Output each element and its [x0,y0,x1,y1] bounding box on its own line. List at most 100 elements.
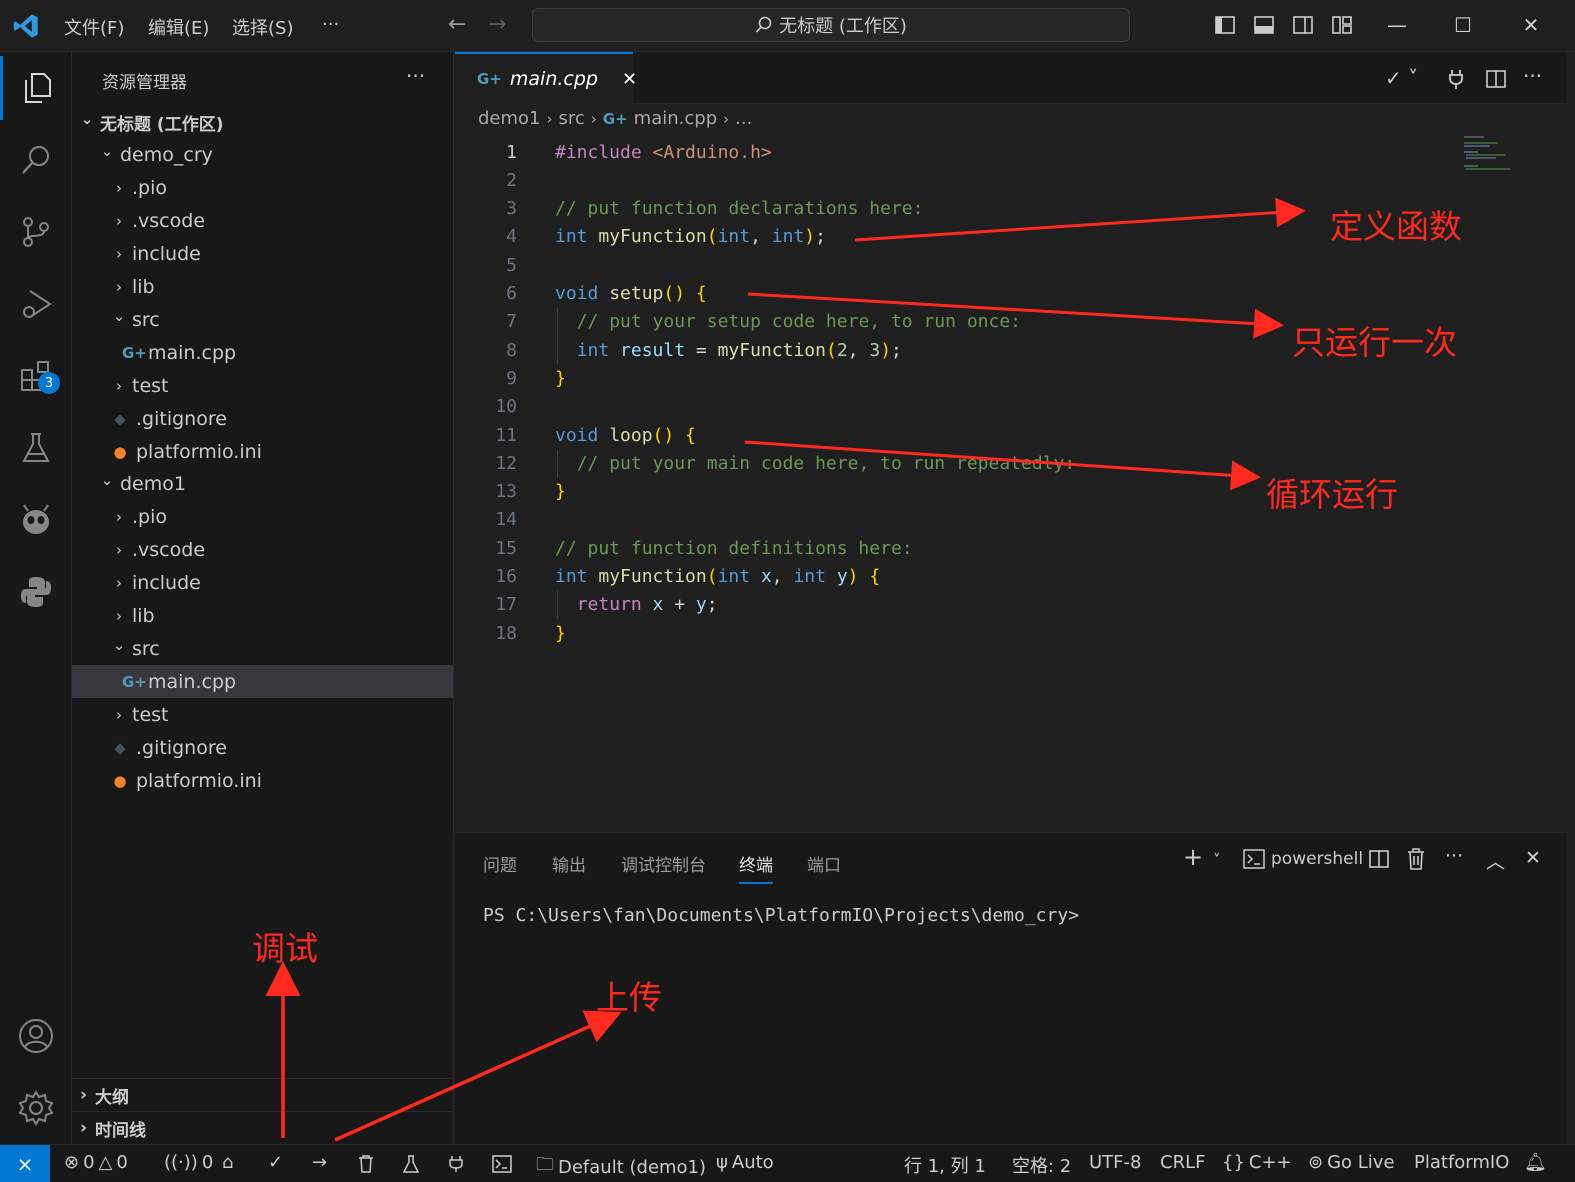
go-live-button[interactable]: ⊚ Go Live [1308,1152,1395,1173]
breadcrumb-folder-src[interactable]: src [559,108,585,129]
line-number: 16 [495,566,517,587]
split-editor-icon[interactable] [1485,68,1507,90]
breadcrumb-file[interactable]: main.cpp [634,108,717,129]
checkmark-dropdown-icon[interactable]: ✓ ˅ [1385,66,1418,90]
tree-item[interactable]: ◆ .gitignore [72,402,453,435]
extensions-icon[interactable]: 3 [0,344,72,408]
annotation-run-once: 只运行一次 [1292,323,1457,362]
error-icon: ⊗ [64,1152,80,1173]
maximize-icon[interactable]: ☐ [1448,10,1478,40]
tree-item[interactable]: ⌄ demo_cry [72,139,453,172]
chevron-right-icon: › [116,541,122,560]
tree-item[interactable]: › lib [72,271,453,304]
tree-item[interactable]: › .vscode [72,534,453,567]
breadcrumb-symbol[interactable]: ... [735,108,752,129]
tree-item[interactable]: ● platformio.ini [72,435,453,468]
tree-item[interactable]: G+ main.cpp [72,336,453,369]
problems-status[interactable]: ⊗ 0 △ 0 [64,1152,128,1173]
maximize-panel-icon[interactable]: ︿ [1486,847,1505,874]
tree-item[interactable]: ⌄ demo1 [72,468,453,501]
tree-item[interactable]: G+ main.cpp [72,665,453,699]
remote-indicator-icon[interactable]: ⨯ [0,1145,50,1182]
breadcrumb-folder-demo1[interactable]: demo1 [478,108,541,129]
terminal-prompt[interactable]: PS C:\Users\fan\Documents\PlatformIO\Pro… [483,905,1079,926]
tree-item[interactable]: › include [72,567,453,600]
platformio-home-icon[interactable]: ⌂ [222,1152,233,1173]
settings-gear-icon[interactable] [0,1076,72,1140]
plug-icon[interactable] [1447,68,1465,90]
tree-item[interactable]: › .vscode [72,205,453,238]
platformio-alien-icon[interactable] [0,488,72,552]
menu-edit[interactable]: 编辑(E) [148,14,209,40]
indentation-status[interactable]: 空格: 2 [1012,1152,1071,1178]
command-center-search[interactable]: 无标题 (工作区) [532,8,1130,42]
platformio-test-icon[interactable] [402,1155,420,1173]
serial-monitor-plug-icon[interactable] [448,1155,464,1173]
run-and-debug-icon[interactable] [0,272,72,336]
tab-output[interactable]: 输出 [552,851,586,876]
ports-status[interactable]: ((·)) 0 [164,1152,213,1173]
tab-debug-console[interactable]: 调试控制台 [621,851,706,876]
split-terminal-icon[interactable] [1369,849,1389,869]
platformio-upload-icon[interactable]: → [312,1152,327,1173]
tree-item[interactable]: ⌄ 无标题 (工作区) [72,106,453,139]
explorer-more-icon[interactable]: ··· [406,64,425,88]
notifications-bell-icon[interactable]: 🔔︎ [1524,1152,1547,1173]
platformio-clean-icon[interactable] [358,1155,374,1173]
tree-item[interactable]: ● platformio.ini [72,764,453,797]
explorer-icon[interactable] [0,56,72,120]
tree-item-label: .gitignore [136,407,227,430]
back-arrow-icon[interactable]: ← [448,12,466,37]
tab-problems[interactable]: 问题 [483,851,517,876]
terminal-shell-selector[interactable]: powershell [1243,849,1363,869]
search-view-icon[interactable] [0,128,72,192]
editor-more-icon[interactable]: ··· [1523,64,1542,88]
python-icon[interactable] [0,560,72,624]
project-env-selector[interactable]: 🗀 Default (demo1) [536,1152,706,1182]
close-window-icon[interactable]: ✕ [1516,10,1546,40]
close-panel-icon[interactable]: ✕ [1525,847,1541,869]
menu-more[interactable]: ··· [322,14,339,35]
forward-arrow-icon[interactable]: → [488,12,506,37]
source-control-icon[interactable] [0,200,72,264]
language-mode[interactable]: {} C++ [1222,1152,1292,1173]
tree-item[interactable]: › include [72,238,453,271]
menu-file[interactable]: 文件(F) [64,14,124,40]
tab-ports[interactable]: 端口 [807,851,841,876]
extensions-badge: 3 [38,372,60,394]
customize-layout-icon[interactable] [1331,14,1353,36]
tree-item[interactable]: › .pio [72,501,453,534]
tree-item[interactable]: › test [72,369,453,402]
tree-item[interactable]: › lib [72,600,453,633]
tree-item[interactable]: › .pio [72,172,453,205]
minimize-icon[interactable]: — [1382,10,1412,40]
outline-section[interactable]: › 大纲 [72,1078,453,1111]
toggle-primary-sidebar-icon[interactable] [1214,14,1236,36]
platformio-build-icon[interactable]: ✓ [268,1152,283,1173]
new-terminal-icon[interactable]: + [1183,843,1203,871]
platformio-terminal-icon[interactable] [492,1155,512,1173]
encoding-status[interactable]: UTF-8 [1089,1152,1141,1173]
trash-icon[interactable] [1407,848,1425,870]
minimap[interactable] [1462,136,1522,176]
tree-item[interactable]: ⌄ src [72,632,453,665]
toggle-panel-icon[interactable] [1253,14,1275,36]
tab-main-cpp[interactable]: G+ main.cpp ✕ [455,52,637,104]
braces-icon: {} [1222,1152,1245,1173]
toggle-secondary-sidebar-icon[interactable] [1292,14,1314,36]
testing-icon[interactable] [0,416,72,480]
port-auto-selector[interactable]: ψ Auto [716,1152,774,1173]
account-icon[interactable] [0,1004,72,1068]
timeline-section[interactable]: › 时间线 [72,1111,453,1144]
chevron-down-icon[interactable]: ˅ [1213,851,1221,869]
panel-more-icon[interactable]: ··· [1445,845,1463,867]
eol-status[interactable]: CRLF [1160,1152,1205,1173]
platformio-status[interactable]: PlatformIO [1414,1152,1509,1173]
tree-item[interactable]: › test [72,698,453,731]
cursor-position[interactable]: 行 1, 列 1 [904,1152,986,1178]
menu-selection[interactable]: 选择(S) [232,14,293,40]
tab-terminal[interactable]: 终端 [739,851,773,884]
tree-item[interactable]: ◆ .gitignore [72,731,453,764]
tree-item[interactable]: ⌄ src [72,303,453,336]
close-tab-icon[interactable]: ✕ [622,69,637,90]
